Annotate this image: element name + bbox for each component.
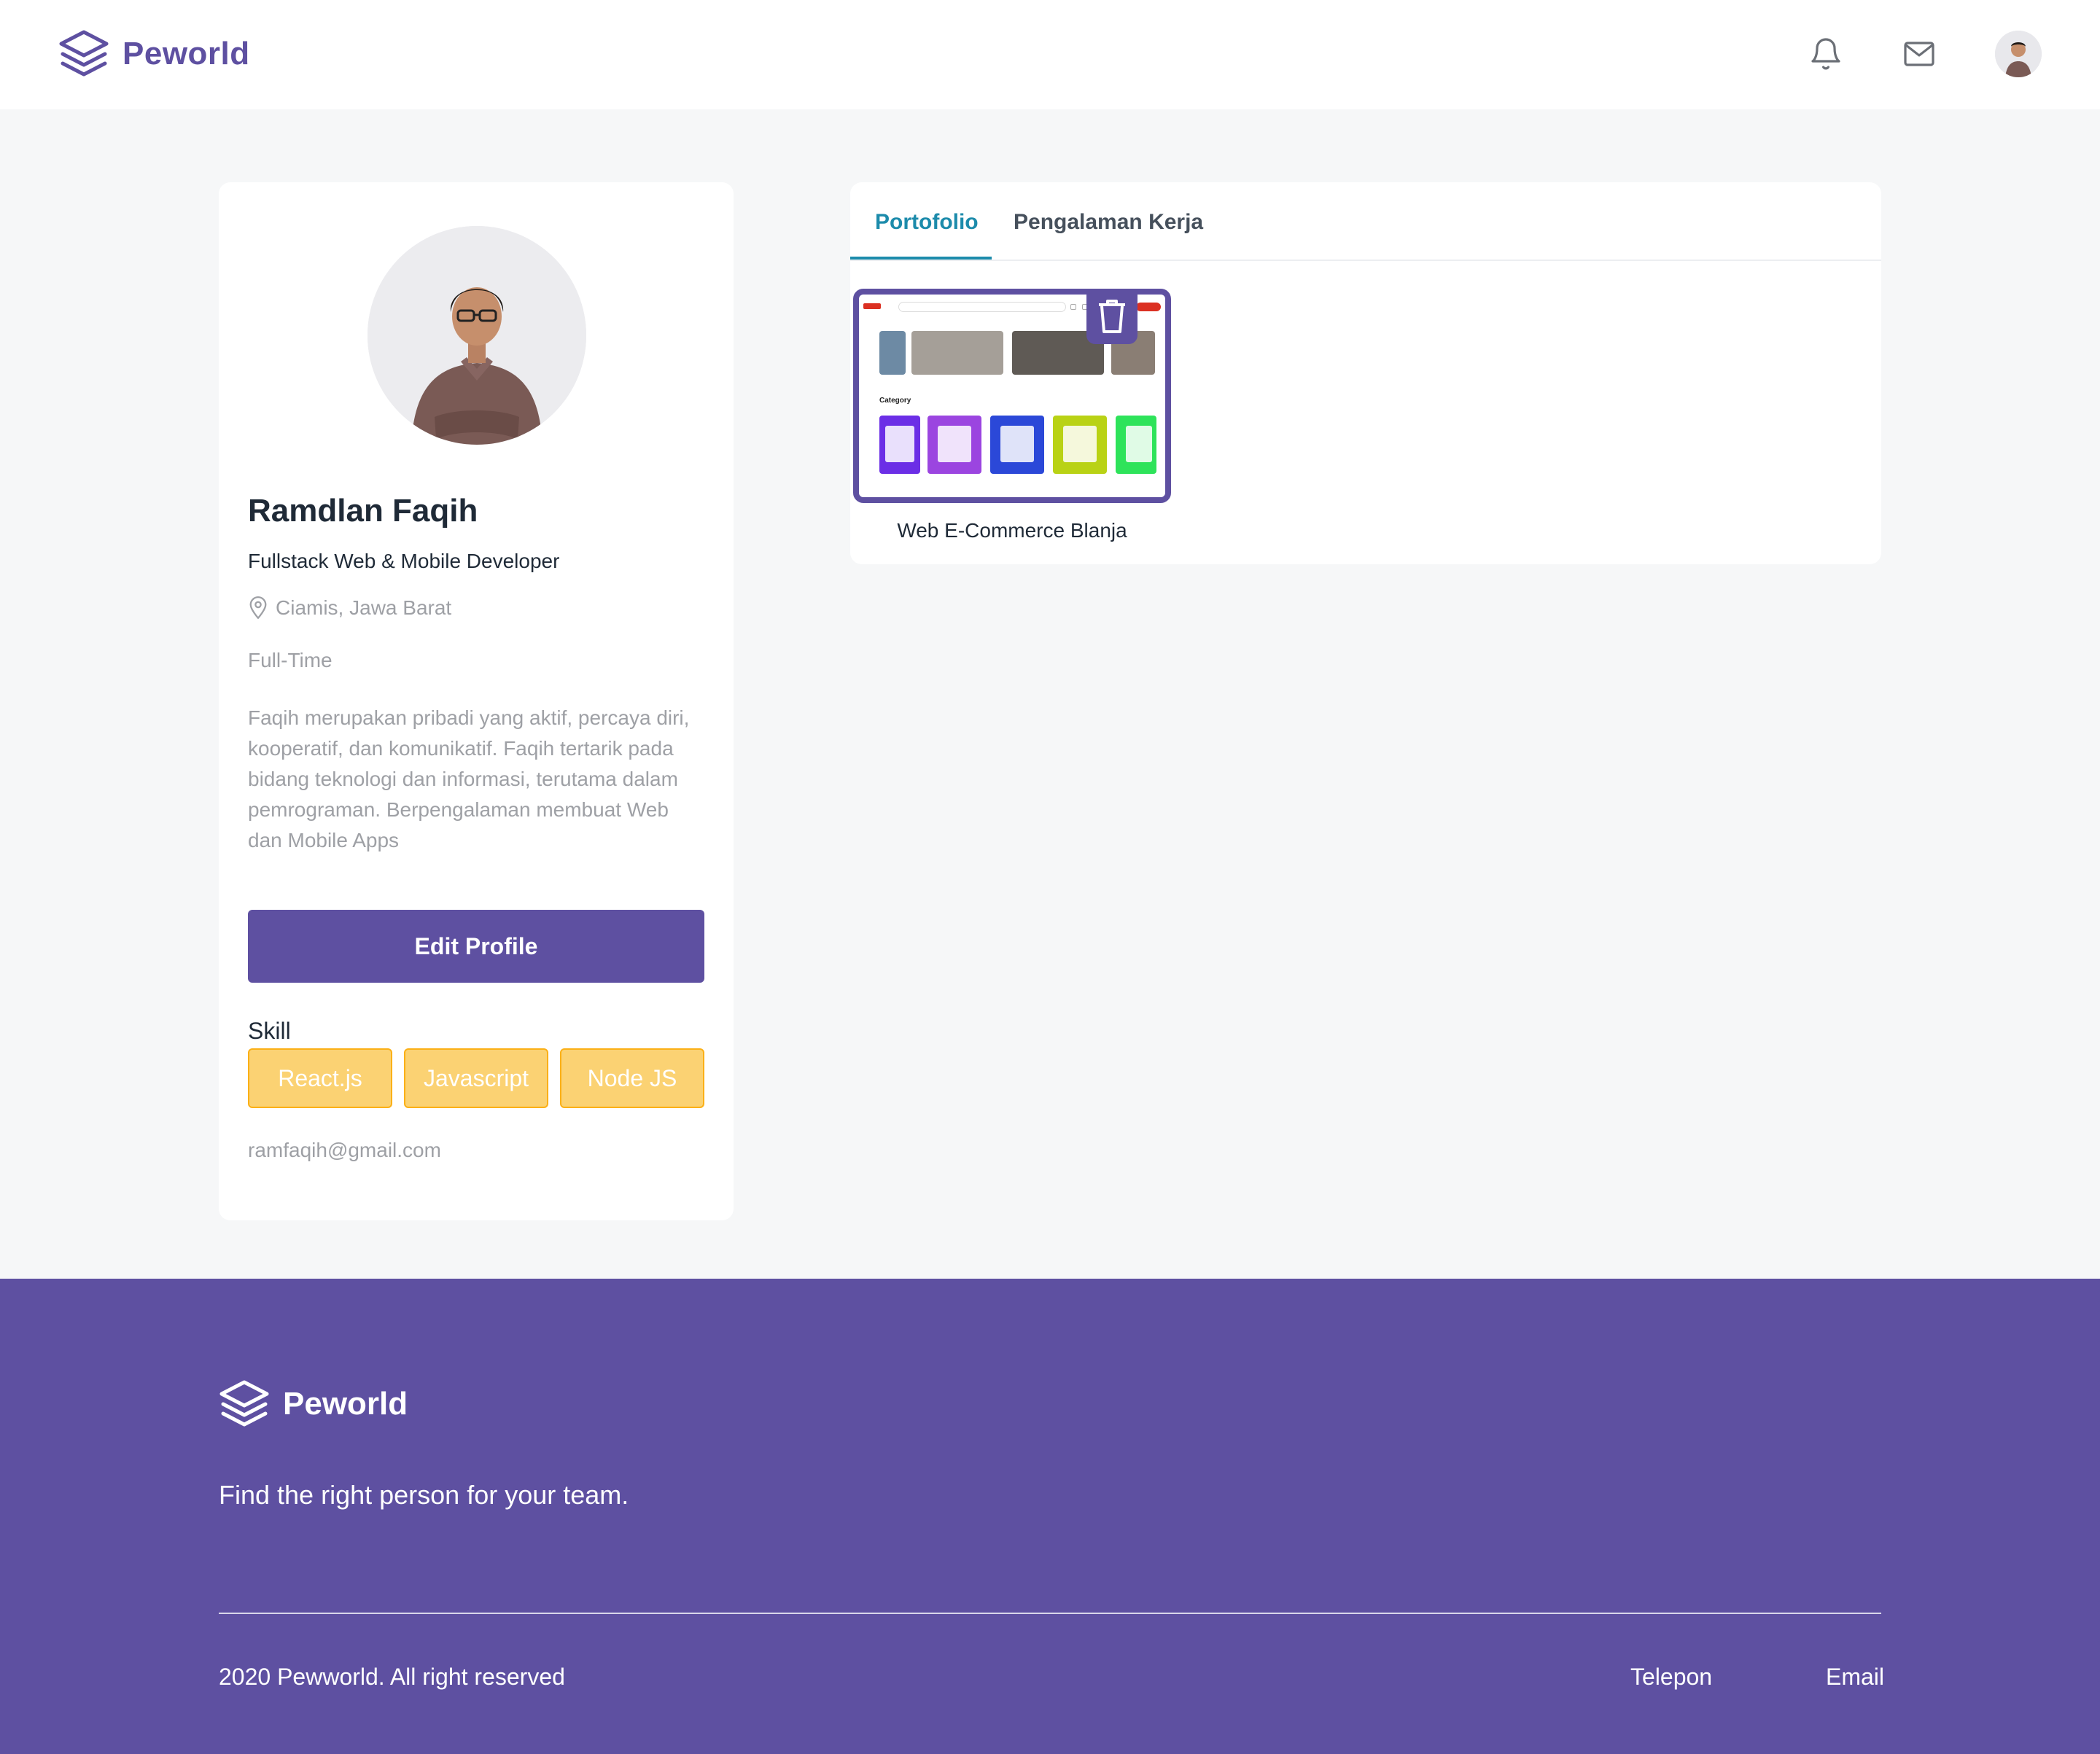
- skill-heading: Skill: [248, 1018, 291, 1044]
- skill-chip: React.js: [248, 1048, 392, 1108]
- map-pin-icon: [249, 596, 267, 620]
- notification-bell-icon[interactable]: [1805, 34, 1846, 74]
- footer-brand-logo[interactable]: Peworld: [219, 1379, 408, 1429]
- thumbnail-category-heading: Category: [879, 397, 911, 405]
- footer-brand-name: Peworld: [283, 1386, 408, 1422]
- profile-location: Ciamis, Jawa Barat: [248, 596, 451, 620]
- footer: Peworld Find the right person for your t…: [0, 1279, 2100, 1754]
- tab-bar: Portofolio Pengalaman Kerja: [850, 182, 1881, 261]
- skill-chip: Node JS: [560, 1048, 704, 1108]
- profile-location-text: Ciamis, Jawa Barat: [276, 596, 452, 619]
- profile-email: ramfaqih@gmail.com: [248, 1139, 441, 1161]
- skill-chip: Javascript: [404, 1048, 548, 1108]
- brand-logo[interactable]: Peworld: [58, 29, 250, 79]
- layers-logo-icon: [219, 1380, 269, 1427]
- user-avatar[interactable]: [1995, 31, 2042, 77]
- profile-name: Ramdlan Faqih: [248, 493, 478, 529]
- tab-work-experience[interactable]: Pengalaman Kerja: [1014, 210, 1203, 235]
- profile-photo: [368, 226, 586, 445]
- profile-job-title: Fullstack Web & Mobile Developer: [248, 550, 560, 572]
- profile-bio: Faqih merupakan pribadi yang aktif, perc…: [248, 706, 690, 851]
- portfolio-thumbnail[interactable]: Category: [853, 289, 1171, 503]
- active-tab-indicator: [850, 257, 992, 260]
- footer-link-telepon[interactable]: Telepon: [1630, 1664, 1712, 1691]
- portfolio-title: Web E-Commerce Blanja: [897, 519, 1127, 542]
- brand-name: Peworld: [122, 36, 250, 71]
- footer-copyright: 2020 Pewworld. All right reserved: [219, 1664, 565, 1690]
- tab-portfolio[interactable]: Portofolio: [875, 210, 979, 235]
- layers-logo-icon: [59, 30, 109, 77]
- skill-list: React.js Javascript Node JS: [248, 1048, 704, 1108]
- edit-profile-button[interactable]: Edit Profile: [248, 910, 704, 983]
- trash-icon: [1099, 300, 1125, 333]
- portfolio-item[interactable]: Category Web E-Commerce Blanja: [853, 289, 1171, 542]
- mail-icon[interactable]: [1899, 34, 1940, 74]
- portfolio-card: Portofolio Pengalaman Kerja Category Web…: [850, 182, 1881, 564]
- footer-divider: [219, 1613, 1881, 1614]
- delete-portfolio-button[interactable]: [1086, 295, 1138, 344]
- profile-card: Ramdlan Faqih Fullstack Web & Mobile Dev…: [219, 182, 734, 1220]
- profile-job-type: Full-Time: [248, 649, 332, 671]
- navbar: Peworld: [0, 0, 2100, 109]
- footer-tagline: Find the right person for your team.: [219, 1480, 629, 1510]
- footer-link-email[interactable]: Email: [1826, 1664, 1884, 1691]
